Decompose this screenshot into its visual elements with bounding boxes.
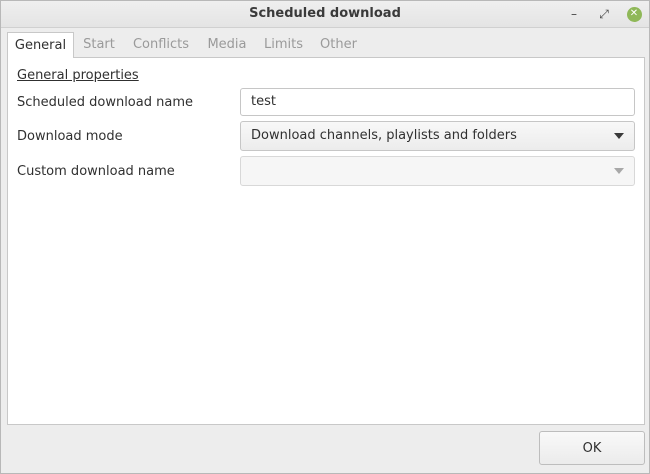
tab-start[interactable]: Start (77, 32, 121, 57)
dialog-window: Scheduled download – ⤢ ✕ General Start C… (0, 0, 650, 474)
title-bar[interactable]: Scheduled download – ⤢ ✕ (1, 1, 649, 28)
mode-select-value: Download channels, playlists and folders (251, 128, 517, 143)
window-title: Scheduled download (249, 6, 401, 21)
maximize-button[interactable]: ⤢ (594, 4, 614, 24)
close-button[interactable]: ✕ (624, 4, 644, 24)
name-input[interactable]: test (240, 88, 635, 116)
maximize-icon: ⤢ (599, 6, 609, 21)
custom-name-select (240, 156, 635, 186)
minimize-button[interactable]: – (564, 4, 584, 24)
tab-media[interactable]: Media (203, 32, 251, 57)
tab-general[interactable]: General (7, 32, 74, 58)
close-icon: ✕ (626, 6, 642, 22)
general-panel: General properties Scheduled download na… (7, 57, 645, 425)
section-title: General properties (17, 68, 139, 83)
chevron-down-icon (614, 133, 624, 139)
chevron-down-icon (614, 168, 624, 174)
mode-label: Download mode (17, 129, 123, 144)
mode-select[interactable]: Download channels, playlists and folders (240, 121, 635, 151)
tab-bar: General Start Conflicts Media Limits Oth… (7, 32, 645, 58)
custom-name-label: Custom download name (17, 164, 175, 179)
minimize-icon: – (571, 7, 577, 21)
name-label: Scheduled download name (17, 95, 193, 110)
tab-other[interactable]: Other (316, 32, 361, 57)
tab-limits[interactable]: Limits (261, 32, 306, 57)
tab-conflicts[interactable]: Conflicts (128, 32, 194, 57)
ok-button[interactable]: OK (539, 431, 645, 465)
